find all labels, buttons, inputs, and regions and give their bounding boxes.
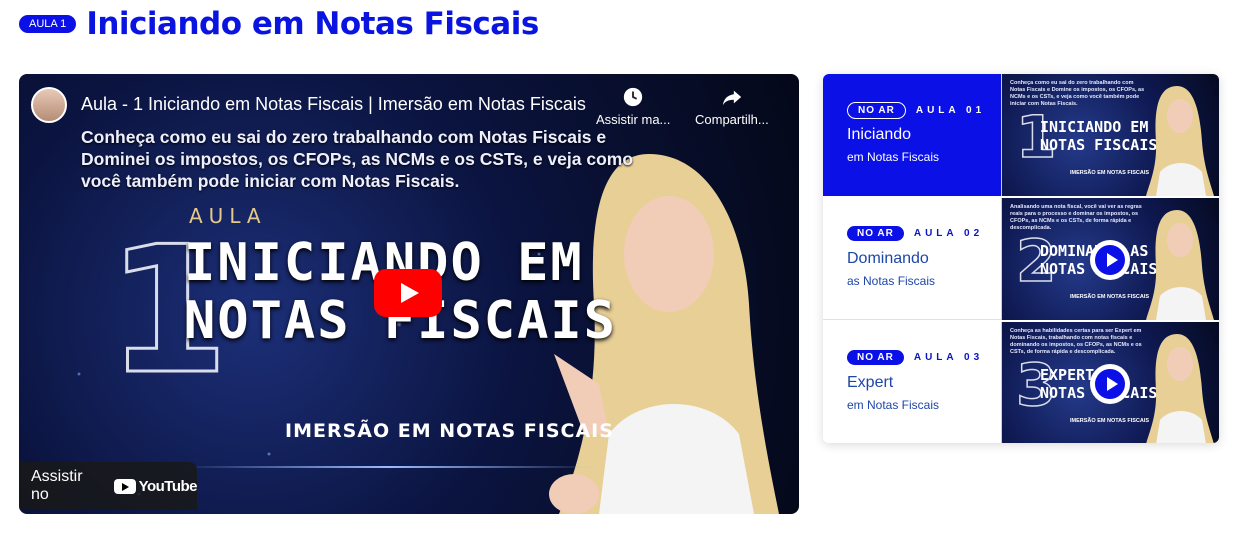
playlist-item-tags: NO AR AULA 03 [847,350,983,365]
lesson-number: AULA 03 [913,352,984,363]
thumbnail-footer: IMERSÃO EM NOTAS FISCAIS [1070,418,1150,424]
thumbnail-footer: IMERSÃO EM NOTAS FISCAIS [1070,294,1150,300]
playlist-item-info: NO AR AULA 02 Dominando as Notas Fiscais [823,198,1001,320]
play-button[interactable] [374,269,442,317]
watch-later-label: Assistir ma... [596,112,671,127]
share-icon [722,90,742,106]
playlist-item-subtitle: em Notas Fiscais [847,398,940,412]
playlist-item-thumbnail: Conheça as habilidades certas para ser E… [1001,322,1219,443]
thumbnail-divider [179,466,599,468]
watch-on-youtube-button[interactable]: Assistir no YouTube [19,462,198,510]
thumbnail-footer: IMERSÃO EM NOTAS FISCAIS [285,420,614,442]
page-title: Iniciando em Notas Fiscais [86,6,539,42]
share-button[interactable]: Compartilh... [695,86,769,127]
lesson-playlist: NO AR AULA 01 Iniciando em Notas Fiscais… [823,74,1219,443]
watch-later-button[interactable]: Assistir ma... [596,86,670,127]
video-player[interactable]: 1 AULA INICIANDO EM NOTAS FISCAIS IMERSÃ… [19,74,799,514]
thumbnail-title-line2: NOTAS FISCAIS [1040,136,1158,154]
playlist-item-info: NO AR AULA 01 Iniciando em Notas Fiscais [823,74,1001,196]
lesson-number: AULA 01 [915,105,986,116]
thumbnail-description: Conheça como eu sai do zero trabalhando … [81,127,634,191]
thumbnail-title: INICIANDO EM NOTAS FISCAIS [1040,118,1157,154]
playlist-item-info: NO AR AULA 03 Expert em Notas Fiscais [823,322,1001,443]
playlist-item-subtitle: as Notas Fiscais [847,274,936,288]
youtube-play-icon [113,478,136,494]
youtube-logo: YouTube [113,477,198,495]
playlist-item-tags: NO AR AULA 02 [847,226,983,241]
playlist-item-aula-01[interactable]: NO AR AULA 01 Iniciando em Notas Fiscais… [823,74,1219,196]
playlist-item-thumbnail: Analisando uma nota fiscal, você vai ver… [1001,198,1219,320]
channel-avatar[interactable] [31,87,67,123]
playlist-item-title: Expert [847,374,894,391]
presenter-image [1146,334,1214,443]
play-circle-icon[interactable] [1090,240,1130,280]
playlist-item-tags: NO AR AULA 01 [847,102,985,119]
lesson-number: AULA 02 [913,228,984,239]
share-label: Compartilh... [695,112,769,127]
live-badge: NO AR [847,102,906,119]
presenter-image [1146,86,1214,196]
playlist-item-aula-02[interactable]: NO AR AULA 02 Dominando as Notas Fiscais… [823,198,1219,320]
play-circle-icon[interactable] [1090,364,1130,404]
watch-on-label: Assistir no [31,468,83,503]
playlist-item-thumbnail: Conheça como eu sai do zero trabalhando … [1001,74,1219,196]
playlist-item-title: Dominando [847,250,929,267]
presenter-image [1146,210,1214,320]
page-header: AULA 1 Iniciando em Notas Fiscais [19,4,539,44]
youtube-wordmark: YouTube [138,477,198,495]
thumbnail-footer: IMERSÃO EM NOTAS FISCAIS [1070,170,1150,176]
playlist-item-subtitle: em Notas Fiscais [847,150,940,164]
live-badge: NO AR [847,350,904,365]
live-badge: NO AR [847,226,904,241]
video-title[interactable]: Aula - 1 Iniciando em Notas Fiscais | Im… [81,94,586,115]
lesson-badge: AULA 1 [19,15,77,33]
clock-icon [624,87,643,107]
thumbnail-title-line1: INICIANDO EM [1040,118,1149,136]
playlist-item-aula-03[interactable]: NO AR AULA 03 Expert em Notas Fiscais Co… [823,322,1219,443]
thumbnail-aula-label: AULA [189,204,267,228]
playlist-item-title: Iniciando [847,126,912,143]
